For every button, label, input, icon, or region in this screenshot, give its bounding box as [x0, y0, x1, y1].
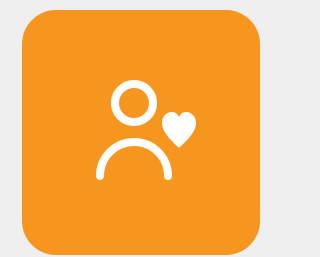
user-heart-icon	[96, 80, 196, 180]
screen	[0, 0, 260, 257]
heart-icon	[162, 112, 196, 148]
user-heart-tile-button[interactable]	[22, 10, 260, 255]
user-head-icon-part	[111, 80, 157, 126]
user-shoulders-icon-part	[96, 138, 172, 180]
